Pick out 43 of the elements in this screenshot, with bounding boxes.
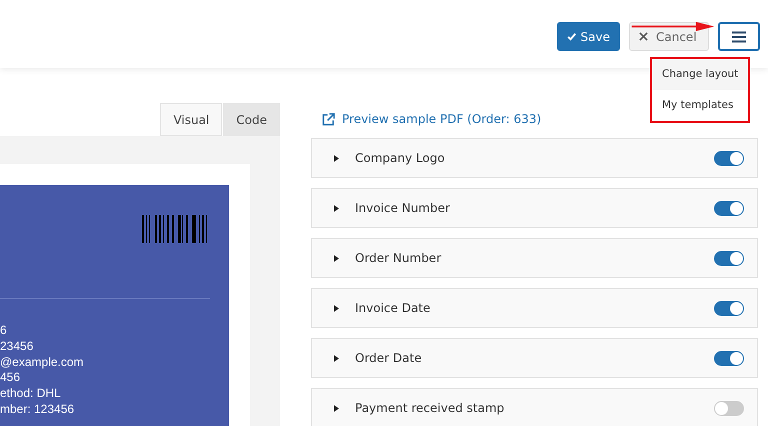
section-label: Invoice Date [355, 301, 432, 315]
invoice-detail-text: mber: 123456 [0, 402, 76, 418]
expand-arrow-icon [334, 254, 339, 262]
invoice-detail-text: ethod: DHL [0, 386, 62, 402]
invoice-detail-text: 456 [0, 370, 22, 386]
section-row[interactable]: Payment received stamp [311, 388, 758, 426]
barcode-icon [142, 215, 210, 243]
toggle-switch[interactable] [714, 400, 744, 416]
section-row[interactable]: Order Date [311, 338, 758, 378]
external-link-icon [322, 112, 335, 126]
toggle-switch[interactable] [714, 300, 744, 316]
toggle-switch[interactable] [714, 250, 744, 266]
expand-arrow-icon [334, 404, 339, 412]
invoice-detail-text: 23456 [0, 338, 34, 355]
section-row[interactable]: Invoice Number [311, 188, 758, 228]
close-icon [639, 32, 648, 41]
checkmark-icon [567, 31, 577, 42]
expand-arrow-icon [334, 354, 339, 362]
section-row[interactable]: Order Number [311, 238, 758, 278]
editor-tab[interactable]: Visual [160, 103, 222, 136]
section-label: Order Date [355, 351, 423, 365]
section-row[interactable]: Company Logo [311, 138, 758, 178]
save-button[interactable]: Save [557, 22, 620, 51]
section-row[interactable]: Invoice Date [311, 288, 758, 328]
section-label: Payment received stamp [355, 401, 506, 415]
expand-arrow-icon [334, 304, 339, 312]
invoice-detail-text: 6 [0, 323, 8, 339]
cancel-button[interactable]: Cancel [629, 22, 709, 51]
menu-button[interactable] [718, 22, 760, 51]
section-label: Company Logo [355, 151, 446, 165]
preview-link[interactable]: Preview sample PDF (Order: 633) [322, 109, 542, 129]
toggle-switch[interactable] [714, 200, 744, 216]
section-label: Order Number [355, 251, 442, 265]
expand-arrow-icon [334, 154, 339, 162]
menu-item[interactable]: Change layout [652, 59, 748, 90]
expand-arrow-icon [334, 204, 339, 212]
section-label: Invoice Number [355, 201, 451, 215]
editor-tab[interactable]: Code [223, 103, 280, 136]
invoice-detail-text: @example.com [0, 354, 84, 370]
toggle-switch[interactable] [714, 350, 744, 366]
menu-item[interactable]: My templates [652, 90, 748, 121]
menu-icon [732, 30, 746, 42]
toggle-switch[interactable] [714, 150, 744, 166]
